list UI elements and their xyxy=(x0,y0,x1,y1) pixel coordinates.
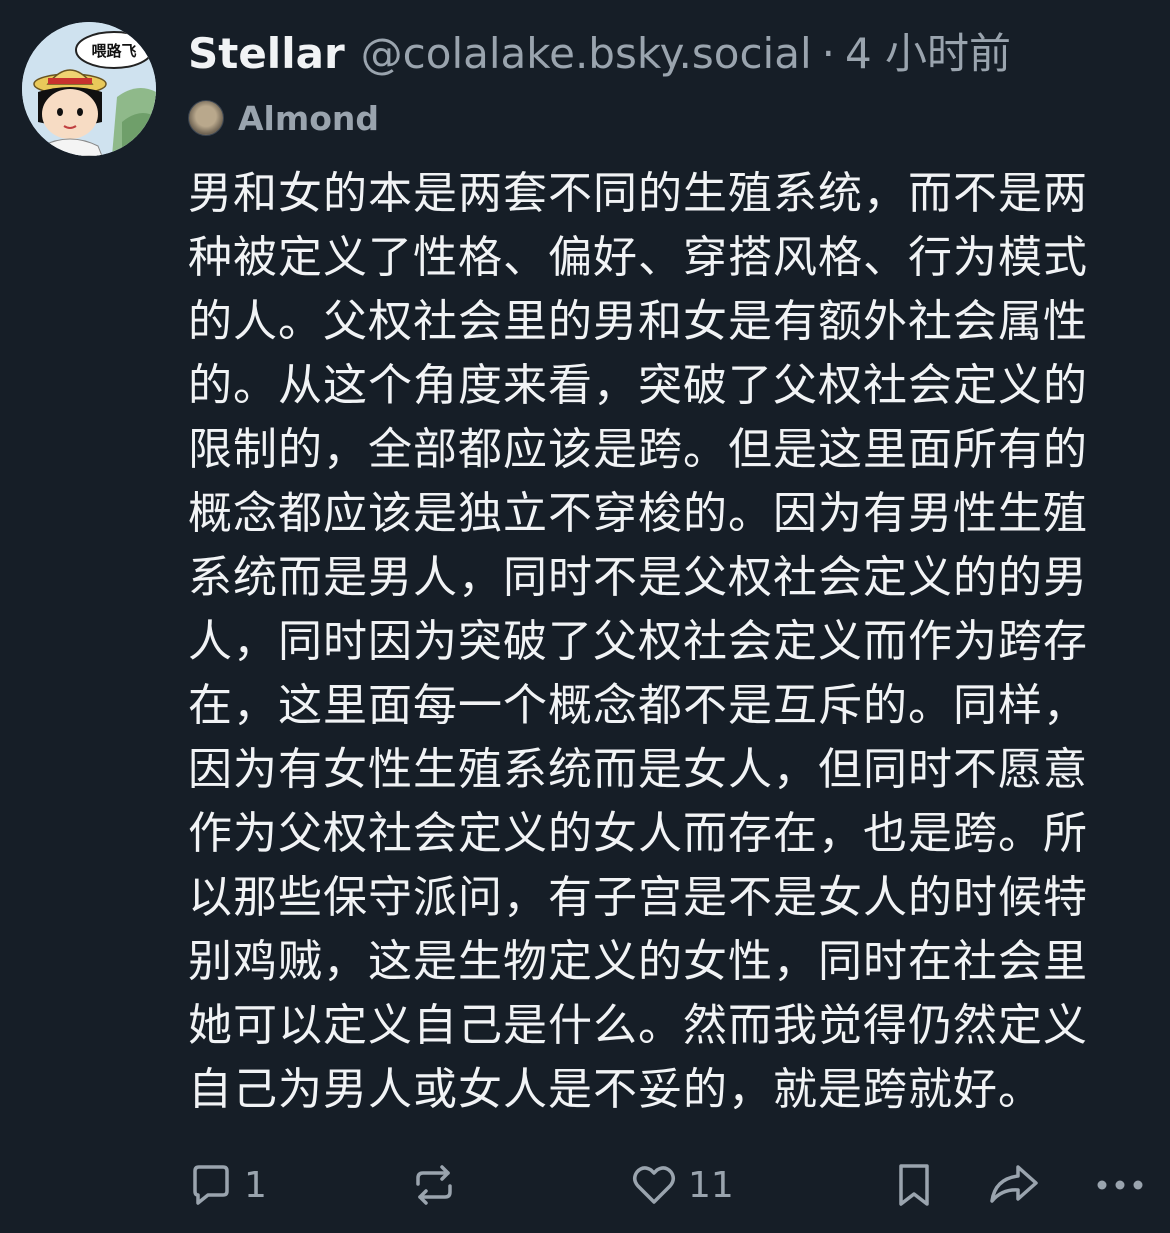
moderation-label[interactable]: Almond xyxy=(188,96,379,140)
like-icon xyxy=(633,1166,675,1204)
header-separator: · xyxy=(821,29,835,78)
bookmark-button[interactable] xyxy=(892,1150,936,1220)
post-text-line: 概念都应该是独立不穿梭的。因为有男性生殖 xyxy=(188,488,1088,539)
share-icon xyxy=(990,1165,1038,1203)
post-text-line: 以那些保守派问，有子宫是不是女人的时候特 xyxy=(188,872,1088,923)
bookmark-icon xyxy=(899,1164,929,1206)
author-handle[interactable]: @colalake.bsky.social xyxy=(361,29,812,78)
share-button[interactable] xyxy=(986,1150,1042,1220)
like-button[interactable]: 11 xyxy=(630,1150,734,1220)
post-text-line: 别鸡贼，这是生物定义的女性，同时在社会里 xyxy=(188,936,1088,987)
reply-count: 1 xyxy=(244,1164,267,1206)
repost-icon xyxy=(416,1165,452,1205)
post-text-line: 人，同时因为突破了父权社会定义而作为跨存 xyxy=(188,616,1088,667)
post-text-line: 自己为男人或女人是不妥的，就是跨就好。 xyxy=(188,1064,1043,1115)
post-text-line: 的人。父权社会里的男和女是有额外社会属性 xyxy=(188,296,1088,347)
post-timestamp[interactable]: 4 小时前 xyxy=(845,20,1011,81)
post-text-line: 的。从这个角度来看，突破了父权社会定义的 xyxy=(188,360,1088,411)
label-text: Almond xyxy=(238,98,380,138)
post-text-line: 在，这里面每一个概念都不是互斥的。同样， xyxy=(188,680,1088,731)
post-text-line: 种被定义了性格、偏好、穿搭风格、行为模式 xyxy=(188,232,1088,283)
post-header: Stellar @colalake.bsky.social · 4 小时前 xyxy=(188,20,1011,80)
label-avatar-icon xyxy=(188,100,224,136)
repost-button[interactable] xyxy=(410,1150,458,1220)
reply-button[interactable]: 1 xyxy=(188,1150,267,1220)
post-actions: 1 11 xyxy=(188,1150,1150,1220)
post-text-line: 她可以定义自己是什么。然而我觉得仍然定义 xyxy=(188,1000,1088,1051)
post-text-line: 限制的，全部都应该是跨。但是这里面所有的 xyxy=(188,424,1088,475)
author-display-name[interactable]: Stellar xyxy=(188,29,345,78)
post-text-line: 作为父权社会定义的女人而存在，也是跨。所 xyxy=(188,808,1088,859)
post-text-line: 男和女的本是两套不同的生殖系统，而不是两 xyxy=(188,168,1088,219)
author-avatar[interactable]: 喂路飞 xyxy=(22,22,156,156)
avatar-caption: 喂路飞 xyxy=(91,42,136,60)
post-text-line: 系统而是男人，同时不是父权社会定义的的男 xyxy=(188,552,1088,603)
more-options-button[interactable] xyxy=(1094,1150,1146,1220)
avatar-image: 喂路飞 xyxy=(22,22,156,156)
reply-icon xyxy=(193,1165,229,1205)
like-count: 11 xyxy=(688,1164,734,1206)
more-icon xyxy=(1097,1180,1143,1190)
post-body: 男和女的本是两套不同的生殖系统，而不是两 种被定义了性格、偏好、穿搭风格、行为模… xyxy=(188,162,1148,1122)
post-text-line: 因为有女性生殖系统而是女人，但同时不愿意 xyxy=(188,744,1088,795)
